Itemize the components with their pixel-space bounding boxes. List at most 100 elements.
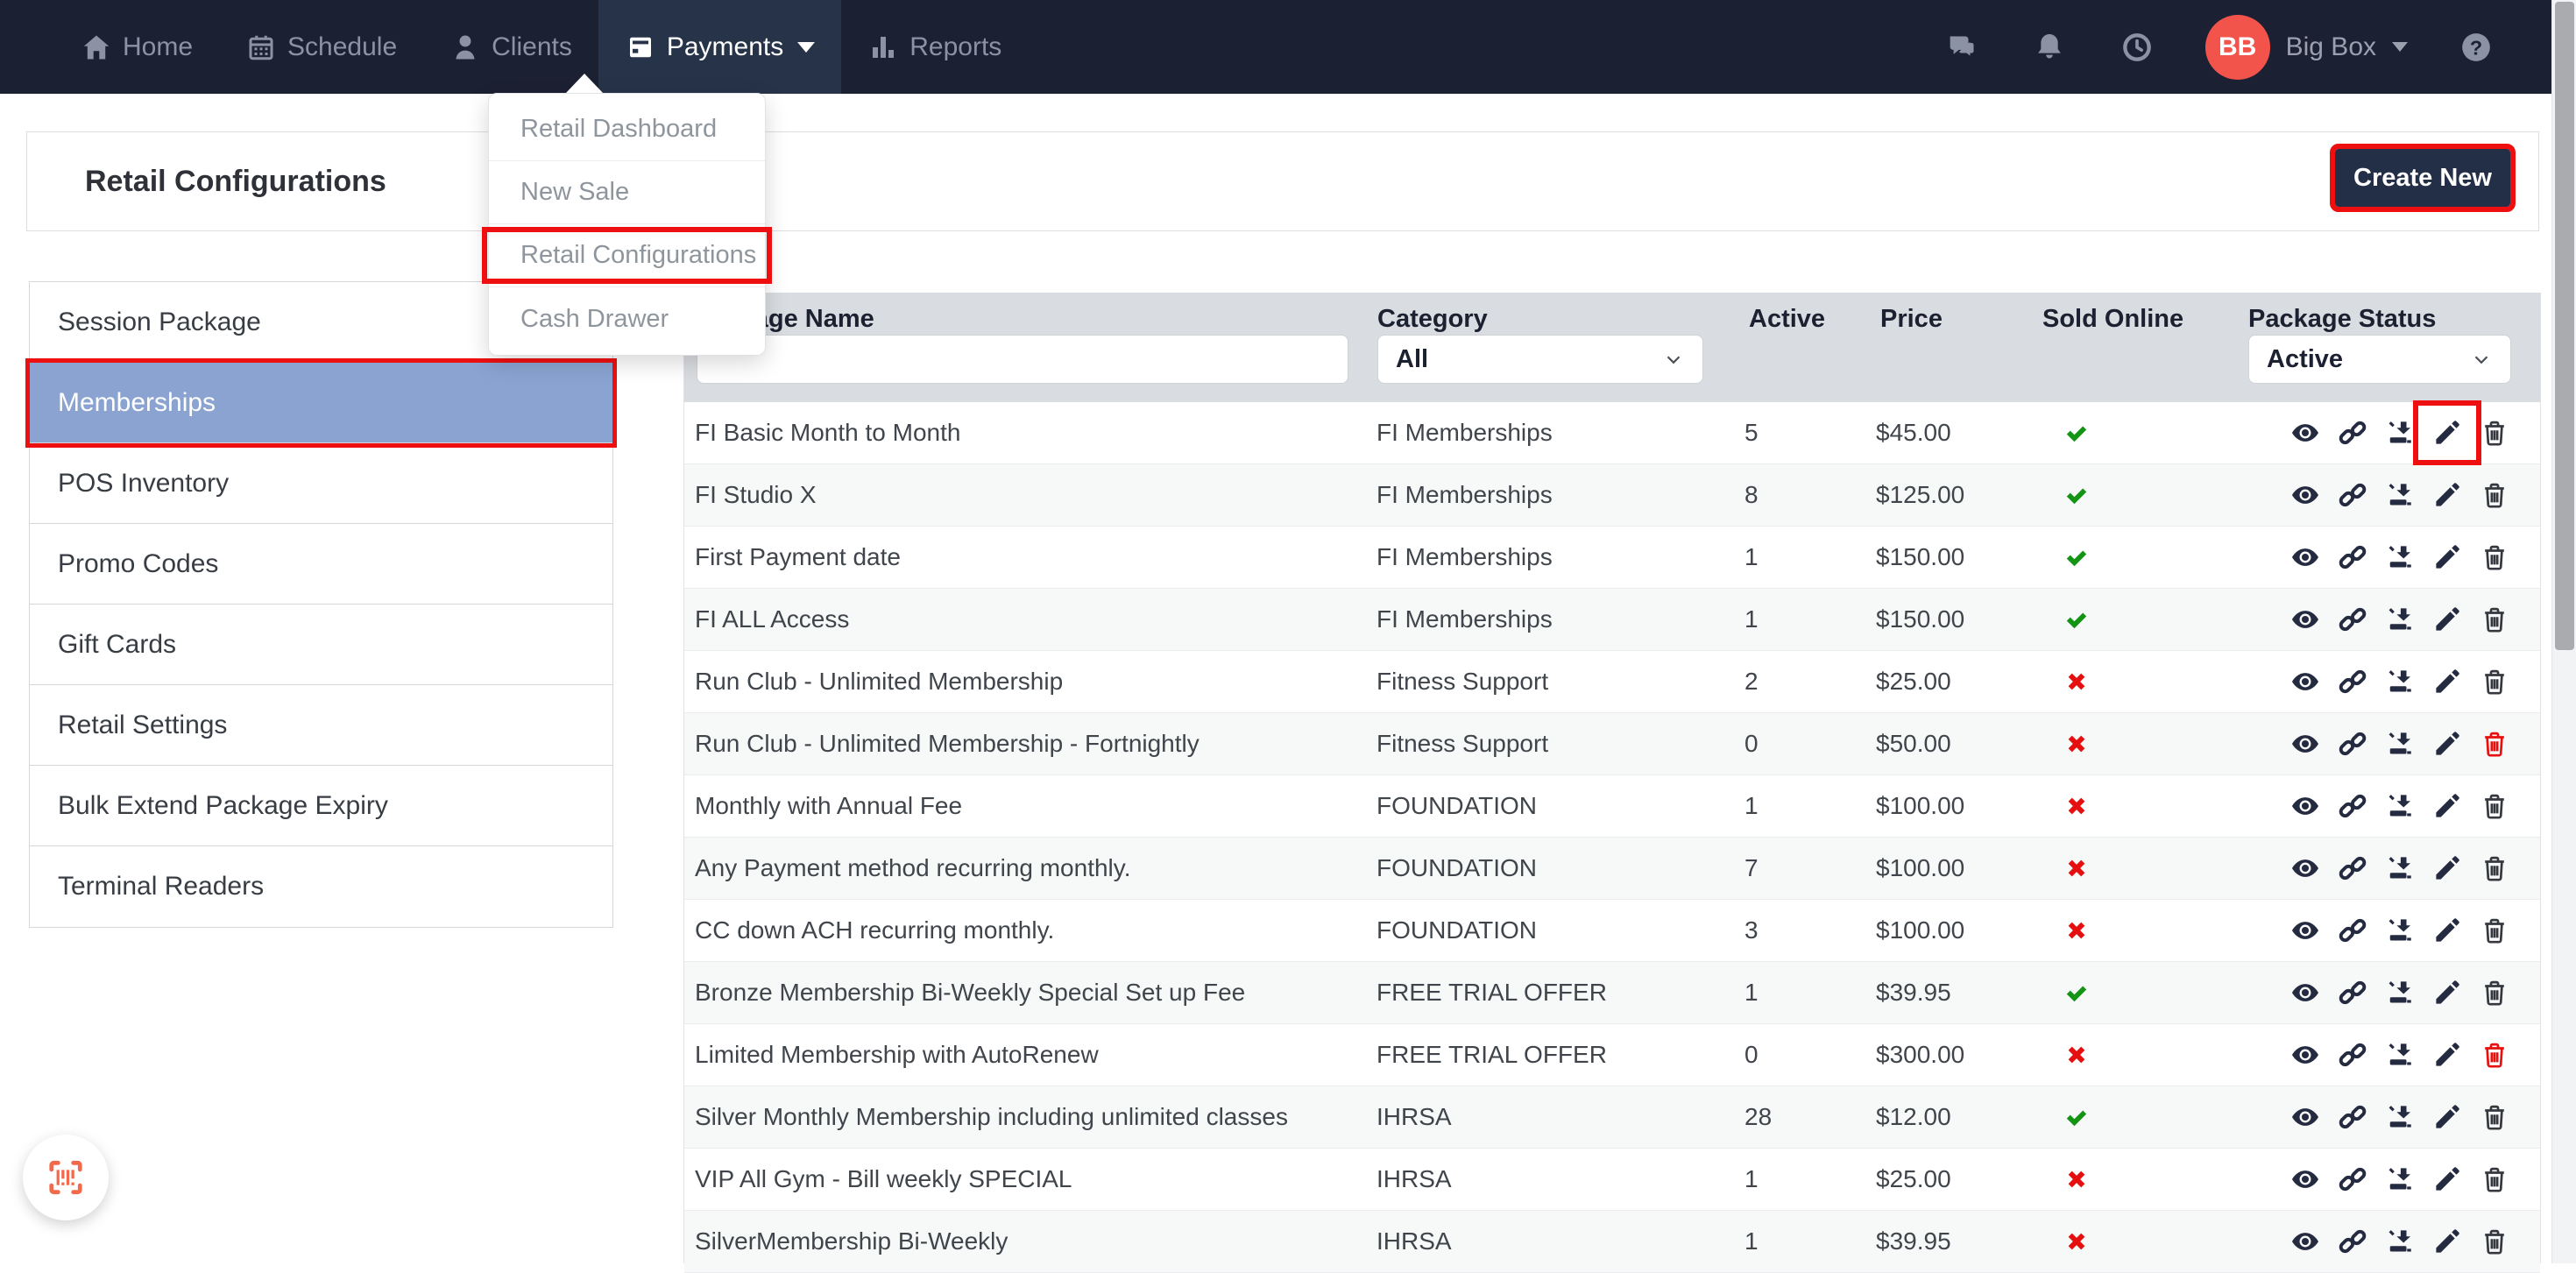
delete-button[interactable] — [2475, 600, 2514, 639]
package-status-select[interactable]: Active — [2248, 335, 2511, 384]
print-barcode-button[interactable] — [2381, 1036, 2419, 1074]
link-button[interactable] — [2333, 1222, 2372, 1261]
edit-button[interactable] — [2428, 538, 2466, 576]
check-icon — [2063, 543, 2091, 571]
menu-item-retail-configurations[interactable]: Retail Configurations — [489, 224, 765, 287]
link-button[interactable] — [2333, 973, 2372, 1012]
view-button[interactable] — [2286, 662, 2325, 701]
sidebar-item-promo-codes[interactable]: Promo Codes — [30, 524, 612, 605]
edit-button[interactable] — [2428, 973, 2466, 1012]
view-button[interactable] — [2286, 973, 2325, 1012]
print-barcode-button[interactable] — [2381, 600, 2419, 639]
sidebar-item-pos-inventory[interactable]: POS Inventory — [30, 443, 612, 524]
print-barcode-button[interactable] — [2381, 538, 2419, 576]
view-button[interactable] — [2286, 1222, 2325, 1261]
view-button[interactable] — [2286, 538, 2325, 576]
sidebar-item-gift-cards[interactable]: Gift Cards — [30, 605, 612, 685]
print-barcode-button[interactable] — [2381, 973, 2419, 1012]
delete-button[interactable] — [2475, 414, 2514, 452]
delete-button[interactable] — [2475, 538, 2514, 576]
link-button[interactable] — [2333, 476, 2372, 514]
link-button[interactable] — [2333, 662, 2372, 701]
view-button[interactable] — [2286, 1160, 2325, 1199]
delete-button[interactable] — [2475, 1036, 2514, 1074]
view-button[interactable] — [2286, 911, 2325, 950]
view-button[interactable] — [2286, 414, 2325, 452]
view-button[interactable] — [2286, 787, 2325, 825]
edit-button[interactable] — [2428, 911, 2466, 950]
delete-button[interactable] — [2475, 1098, 2514, 1136]
menu-item-cash-drawer[interactable]: Cash Drawer — [489, 287, 765, 350]
link-button[interactable] — [2333, 538, 2372, 576]
delete-button[interactable] — [2475, 849, 2514, 888]
category-select[interactable]: All — [1377, 335, 1703, 384]
view-button[interactable] — [2286, 725, 2325, 763]
link-button[interactable] — [2333, 911, 2372, 950]
edit-button[interactable] — [2428, 725, 2466, 763]
edit-button[interactable] — [2428, 1036, 2466, 1074]
print-barcode-button[interactable] — [2381, 662, 2419, 701]
sidebar-item-terminal-readers[interactable]: Terminal Readers — [30, 846, 612, 927]
edit-button[interactable] — [2428, 1098, 2466, 1136]
delete-button[interactable] — [2475, 973, 2514, 1012]
view-button[interactable] — [2286, 600, 2325, 639]
messages-button[interactable] — [1943, 28, 1981, 67]
delete-button[interactable] — [2475, 662, 2514, 701]
scrollbar-thumb[interactable] — [2555, 2, 2574, 650]
menu-item-retail-dashboard[interactable]: Retail Dashboard — [489, 98, 765, 161]
edit-button[interactable] — [2428, 414, 2466, 452]
delete-button[interactable] — [2475, 1222, 2514, 1261]
print-barcode-button[interactable] — [2381, 476, 2419, 514]
view-button[interactable] — [2286, 1036, 2325, 1074]
active-count-cell: 2 — [1744, 668, 1876, 696]
view-button[interactable] — [2286, 849, 2325, 888]
print-barcode-button[interactable] — [2381, 1098, 2419, 1136]
delete-button[interactable] — [2475, 476, 2514, 514]
nav-item-reports[interactable]: Reports — [841, 0, 1028, 94]
view-button[interactable] — [2286, 1098, 2325, 1136]
history-button[interactable] — [2118, 28, 2156, 67]
sidebar-item-bulk-extend-package-expiry[interactable]: Bulk Extend Package Expiry — [30, 766, 612, 846]
print-barcode-button[interactable] — [2381, 725, 2419, 763]
link-button[interactable] — [2333, 1160, 2372, 1199]
print-barcode-button[interactable] — [2381, 1222, 2419, 1261]
nav-item-home[interactable]: Home — [54, 0, 219, 94]
sidebar-item-retail-settings[interactable]: Retail Settings — [30, 685, 612, 766]
link-button[interactable] — [2333, 1098, 2372, 1136]
link-button[interactable] — [2333, 600, 2372, 639]
notifications-button[interactable] — [2030, 28, 2069, 67]
edit-button[interactable] — [2428, 662, 2466, 701]
print-icon — [2384, 728, 2416, 760]
delete-button[interactable] — [2475, 787, 2514, 825]
print-barcode-button[interactable] — [2381, 911, 2419, 950]
sidebar-item-memberships[interactable]: Memberships — [30, 363, 612, 443]
print-barcode-button[interactable] — [2381, 1160, 2419, 1199]
delete-button[interactable] — [2475, 1160, 2514, 1199]
edit-button[interactable] — [2428, 476, 2466, 514]
print-barcode-button[interactable] — [2381, 787, 2419, 825]
edit-button[interactable] — [2428, 1222, 2466, 1261]
link-button[interactable] — [2333, 787, 2372, 825]
barcode-scan-fab[interactable] — [23, 1135, 109, 1220]
view-button[interactable] — [2286, 476, 2325, 514]
print-barcode-button[interactable] — [2381, 414, 2419, 452]
delete-button[interactable] — [2475, 725, 2514, 763]
create-new-button[interactable]: Create New — [2335, 149, 2510, 207]
edit-button[interactable] — [2428, 787, 2466, 825]
print-barcode-button[interactable] — [2381, 849, 2419, 888]
package-name-filter-input[interactable] — [697, 335, 1348, 384]
edit-button[interactable] — [2428, 1160, 2466, 1199]
menu-item-new-sale[interactable]: New Sale — [489, 161, 765, 224]
edit-button[interactable] — [2428, 849, 2466, 888]
link-icon — [2337, 541, 2368, 573]
help-button[interactable]: ? — [2457, 28, 2495, 67]
link-button[interactable] — [2333, 725, 2372, 763]
link-button[interactable] — [2333, 849, 2372, 888]
user-menu[interactable]: BB Big Box — [2205, 15, 2408, 80]
nav-item-payments[interactable]: Payments — [598, 0, 841, 94]
link-button[interactable] — [2333, 414, 2372, 452]
nav-item-schedule[interactable]: Schedule — [219, 0, 423, 94]
link-button[interactable] — [2333, 1036, 2372, 1074]
edit-button[interactable] — [2428, 600, 2466, 639]
delete-button[interactable] — [2475, 911, 2514, 950]
